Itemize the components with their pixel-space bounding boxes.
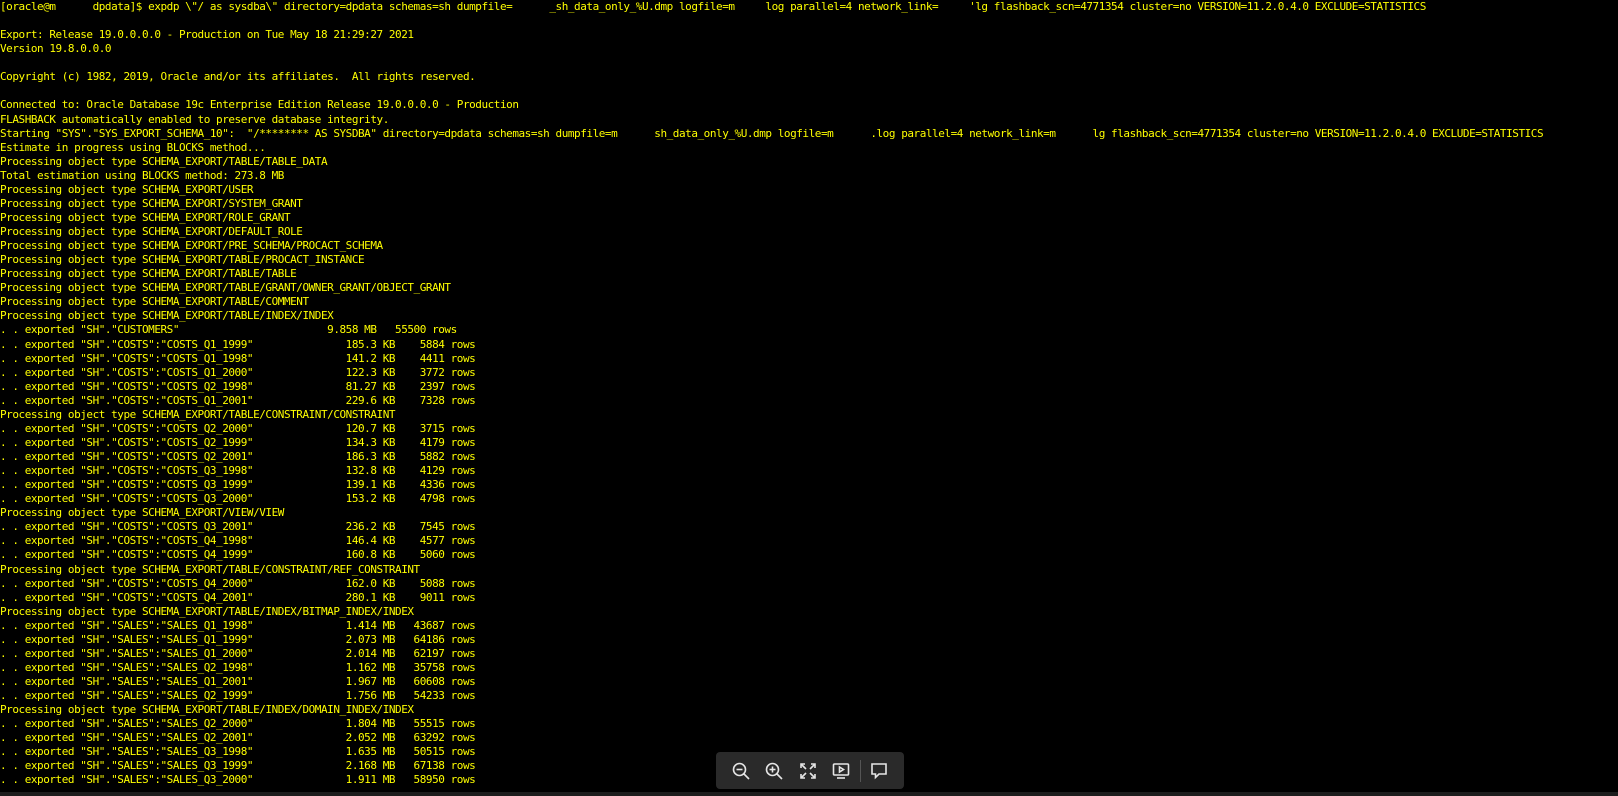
terminal-line: Version 19.8.0.0.0 (0, 42, 112, 56)
comment-button[interactable] (864, 756, 894, 786)
slideshow-button[interactable] (826, 756, 856, 786)
terminal-line: . . exported "SH"."SALES":"SALES_Q1_2001… (0, 675, 476, 688)
terminal-line: . . exported "SH"."SALES":"SALES_Q2_1998… (0, 660, 476, 674)
fullscreen-icon (799, 762, 816, 779)
terminal-line: . . exported "SH"."COSTS":"COSTS_Q4_2000… (0, 576, 476, 590)
terminal-line: Processing object type SCHEMA_EXPORT/TAB… (0, 154, 328, 168)
terminal-line: [oracle@m dpdata]$ expdp \"/ as sysdba\"… (0, 0, 1426, 13)
zoom-in-icon (766, 762, 783, 780)
terminal-line: . . exported "SH"."COSTS":"COSTS_Q4_2001… (0, 590, 476, 604)
terminal-line: . . exported "SH"."SALES":"SALES_Q1_1999… (0, 632, 476, 646)
terminal-line: Copyright (c) 1982, 2019, Oracle and/or … (0, 70, 476, 84)
terminal-line: Processing object type SCHEMA_EXPORT/VIE… (0, 506, 284, 520)
terminal-window[interactable]: [oracle@m dpdata]$ expdp \"/ as sysdba\"… (0, 0, 1618, 796)
terminal-line: . . exported "SH"."COSTS":"COSTS_Q1_2000… (0, 365, 476, 379)
terminal-line: . . exported "SH"."SALES":"SALES_Q1_2000… (0, 646, 476, 660)
terminal-line: . . exported "SH"."COSTS":"COSTS_Q3_1999… (0, 478, 476, 492)
terminal-line: . . exported "SH"."SALES":"SALES_Q2_2000… (0, 717, 476, 731)
zoom-out-icon (732, 762, 750, 780)
terminal-line: . . exported "SH"."COSTS":"COSTS_Q4_1999… (0, 548, 476, 562)
terminal-line: Estimate in progress using BLOCKS method… (0, 140, 266, 154)
terminal-line: Processing object type SCHEMA_EXPORT/TAB… (0, 407, 396, 421)
fullscreen-button[interactable] (793, 756, 823, 786)
terminal-line: Processing object type SCHEMA_EXPORT/TAB… (0, 309, 334, 323)
terminal-line: Processing object type SCHEMA_EXPORT/TAB… (0, 295, 309, 309)
terminal-output: [oracle@m dpdata]$ expdp \"/ as sysdba\"… (0, 0, 1544, 788)
terminal-line: . . exported "SH"."SALES":"SALES_Q2_1999… (0, 689, 476, 703)
terminal-line: Starting "SYS"."SYS_EXPORT_SCHEMA_10": "… (0, 126, 1544, 140)
terminal-line: . . exported "SH"."COSTS":"COSTS_Q3_2000… (0, 492, 476, 506)
terminal-line: . . exported "SH"."COSTS":"COSTS_Q2_1999… (0, 435, 476, 449)
terminal-line: . . exported "SH"."COSTS":"COSTS_Q1_1998… (0, 351, 476, 365)
terminal-line: Processing object type SCHEMA_EXPORT/TAB… (0, 267, 297, 281)
terminal-line: FLASHBACK automatically enabled to prese… (0, 112, 389, 126)
image-viewer-toolbar (716, 752, 904, 789)
toolbar-separator (859, 759, 861, 782)
terminal-line: . . exported "SH"."COSTS":"COSTS_Q4_1998… (0, 534, 476, 548)
terminal-line: Processing object type SCHEMA_EXPORT/SYS… (0, 196, 303, 210)
terminal-line: Processing object type SCHEMA_EXPORT/TAB… (0, 562, 420, 576)
zoom-in-button[interactable] (759, 756, 789, 786)
terminal-line: . . exported "SH"."SALES":"SALES_Q2_2001… (0, 731, 476, 745)
terminal-line: Export: Release 19.0.0.0.0 - Production … (0, 28, 414, 42)
slideshow-icon (832, 762, 850, 779)
zoom-out-button[interactable] (726, 756, 756, 786)
terminal-line: Processing object type SCHEMA_EXPORT/DEF… (0, 225, 303, 238)
terminal-line: Processing object type SCHEMA_EXPORT/USE… (0, 182, 254, 196)
horizontal-scrollbar[interactable] (0, 792, 1618, 796)
comment-icon (871, 762, 887, 779)
terminal-line: . . exported "SH"."COSTS":"COSTS_Q2_1998… (0, 379, 476, 393)
terminal-line: Processing object type SCHEMA_EXPORT/ROL… (0, 210, 291, 224)
terminal-line: . . exported "SH"."COSTS":"COSTS_Q3_1998… (0, 464, 476, 478)
terminal-line: Processing object type SCHEMA_EXPORT/TAB… (0, 253, 365, 267)
terminal-line: Processing object type SCHEMA_EXPORT/TAB… (0, 703, 414, 717)
terminal-line: . . exported "SH"."CUSTOMERS" 9.858 MB 5… (0, 323, 457, 337)
terminal-line: Total estimation using BLOCKS method: 27… (0, 168, 284, 182)
terminal-line: . . exported "SH"."COSTS":"COSTS_Q1_1999… (0, 337, 476, 351)
terminal-line: Processing object type SCHEMA_EXPORT/PRE… (0, 239, 383, 253)
terminal-line: . . exported "SH"."COSTS":"COSTS_Q3_2001… (0, 520, 476, 534)
terminal-line: . . exported "SH"."COSTS":"COSTS_Q2_2001… (0, 450, 476, 463)
terminal-line: . . exported "SH"."SALES":"SALES_Q1_1998… (0, 618, 476, 632)
terminal-line: . . exported "SH"."COSTS":"COSTS_Q1_2001… (0, 393, 476, 407)
terminal-line: Processing object type SCHEMA_EXPORT/TAB… (0, 604, 414, 618)
terminal-line: Connected to: Oracle Database 19c Enterp… (0, 98, 519, 112)
terminal-line: . . exported "SH"."COSTS":"COSTS_Q2_2000… (0, 421, 476, 435)
terminal-line: Processing object type SCHEMA_EXPORT/TAB… (0, 281, 451, 295)
